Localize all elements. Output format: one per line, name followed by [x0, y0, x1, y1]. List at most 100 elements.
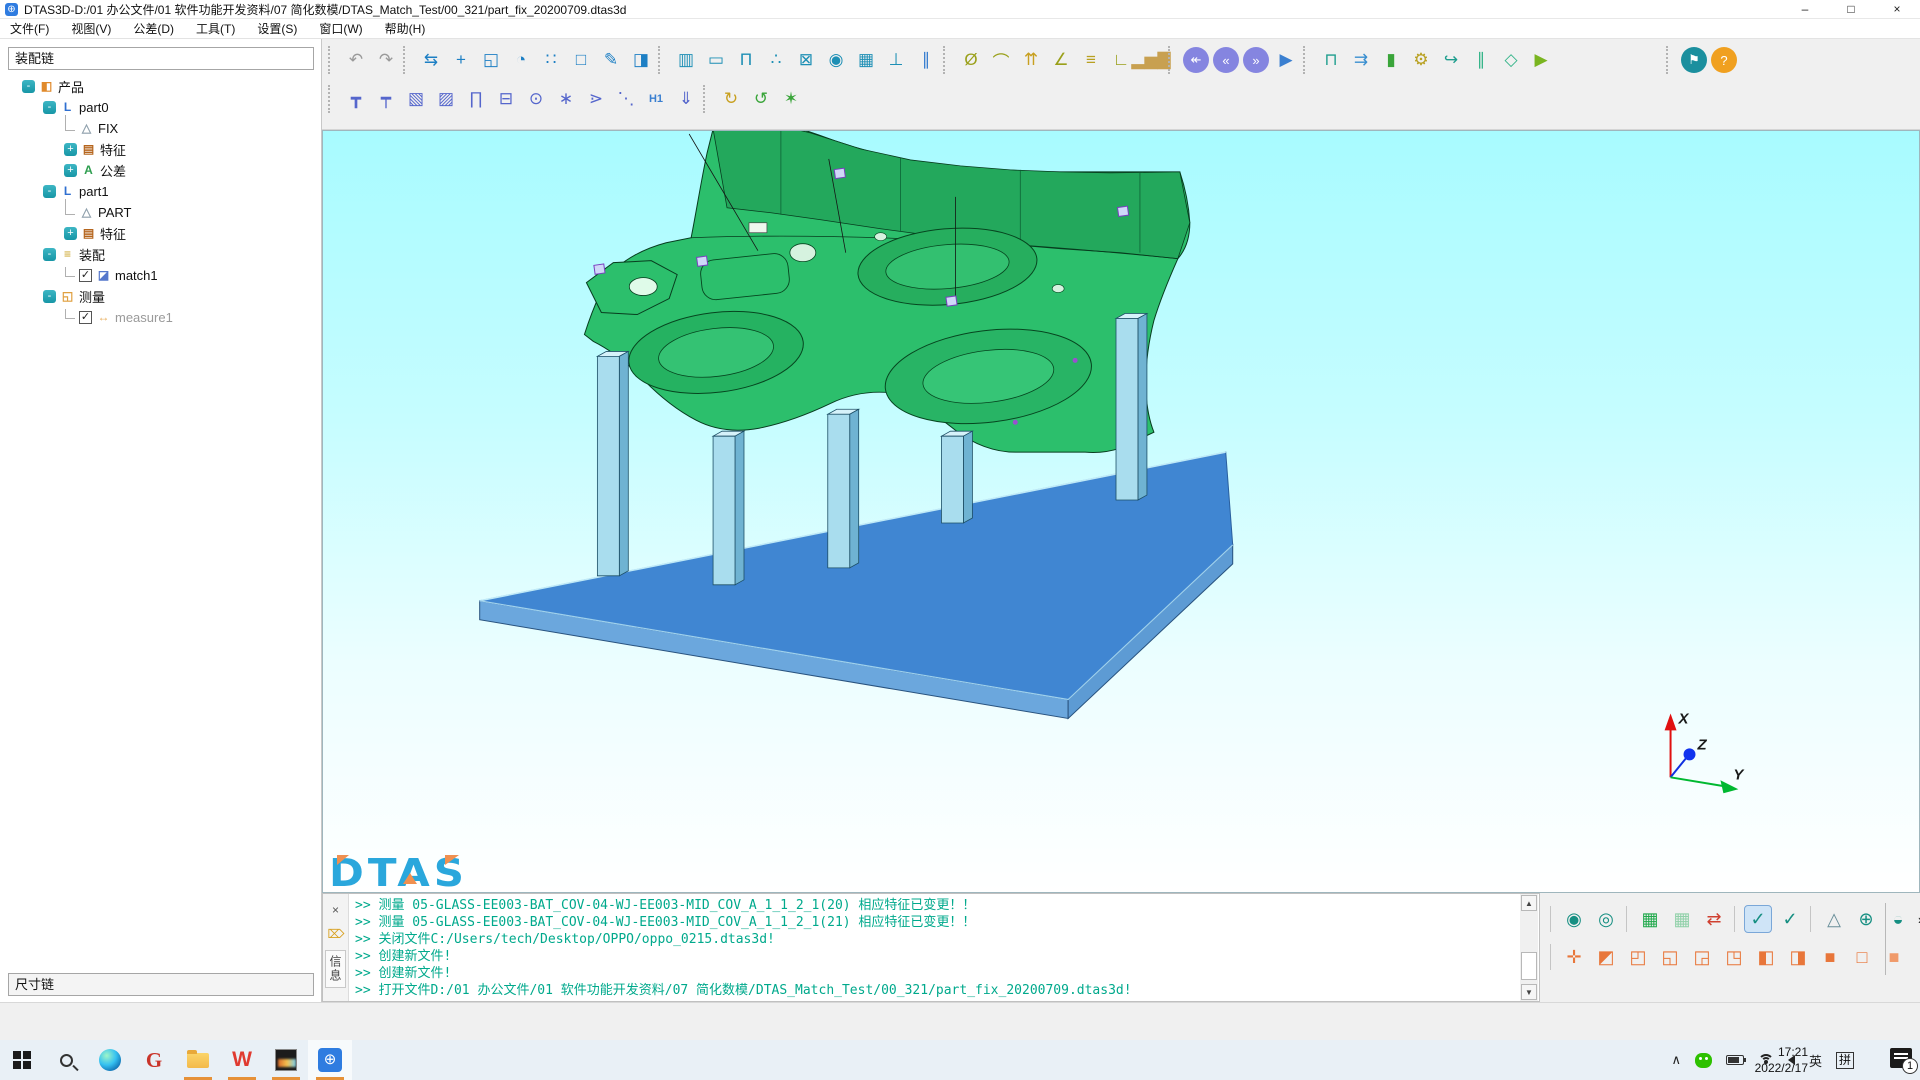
edit-doc-button[interactable]: ✎ [598, 47, 624, 73]
display-all-button[interactable]: ▦ [1636, 905, 1664, 933]
scroll-thumb[interactable] [1521, 952, 1537, 980]
simulation-monitor-button[interactable]: ▶ [1273, 47, 1299, 73]
taskbar-clock[interactable]: 17:21 2022/2/17 [1755, 1044, 1808, 1076]
dtas-icon[interactable]: ⊕ [308, 1040, 352, 1080]
diameter-tolerance-button[interactable]: Ø [958, 47, 984, 73]
start-button[interactable] [0, 1040, 44, 1080]
skip-start-button[interactable]: ↞ [1183, 47, 1209, 73]
tree-item-产品[interactable]: -◧产品 [8, 76, 314, 97]
scroll-down-icon[interactable]: ▼ [1521, 984, 1537, 1000]
block-button[interactable]: ▧ [403, 86, 429, 112]
import-model-button[interactable]: ⇆ [418, 47, 444, 73]
measure-machine-button[interactable]: ⊓ [1318, 47, 1344, 73]
section-view-button[interactable]: ⊠ [793, 47, 819, 73]
undo-button[interactable]: ↶ [343, 47, 369, 73]
fixture-table-button[interactable]: ∏ [463, 86, 489, 112]
solid-cube-view-button[interactable]: ■ [1816, 943, 1844, 971]
fixture-view-button[interactable]: Π [733, 47, 759, 73]
tree-item-measure1[interactable]: ✓↔measure1 [8, 307, 314, 328]
confirm-view-b-button[interactable]: ✓ [1776, 905, 1804, 933]
locator-pins-button[interactable]: ⊙ [523, 86, 549, 112]
redo-button[interactable]: ↷ [373, 47, 399, 73]
battery-icon[interactable] [1726, 1055, 1744, 1065]
menu-item-3[interactable]: 工具(T) [196, 20, 235, 37]
stack-tolerance-button[interactable]: ≡ [1078, 47, 1104, 73]
snowflake-hub-button[interactable]: ✶ [778, 86, 804, 112]
project-settings-button[interactable]: ⚙ [1408, 47, 1434, 73]
tree-item-公差[interactable]: +A公差 [8, 160, 314, 181]
datum-h1-button[interactable]: H1 [643, 86, 669, 112]
wps-icon[interactable]: W [220, 1040, 264, 1080]
display-outline-button[interactable]: ▦ [1668, 905, 1696, 933]
tree-item-match1[interactable]: ✓◪match1 [8, 265, 314, 286]
dof-hub-button[interactable]: ∗ [553, 86, 579, 112]
load-arrows-button[interactable]: ⇓ [673, 86, 699, 112]
front-face-view-button[interactable]: ◨ [1784, 943, 1812, 971]
subtract-block-button[interactable]: ⊟ [493, 86, 519, 112]
search-button[interactable] [44, 1040, 88, 1080]
edge-icon[interactable] [88, 1040, 132, 1080]
mesh-view-button[interactable]: ▦ [853, 47, 879, 73]
collapse-icon[interactable]: - [22, 80, 35, 93]
collapse-icon[interactable]: - [43, 101, 56, 114]
fit-view-button[interactable]: ✛ [1560, 943, 1588, 971]
expand-icon[interactable]: + [64, 227, 77, 240]
tray-chevron-icon[interactable]: ∧ [1671, 1052, 1681, 1068]
right-face-view-button[interactable]: ◧ [1752, 943, 1780, 971]
open-file-button[interactable]: ◱ [478, 47, 504, 73]
menu-item-6[interactable]: 帮助(H) [385, 20, 426, 37]
solid-surface-button[interactable]: ▭ [703, 47, 729, 73]
pin-measure-button[interactable]: ⊥ [883, 47, 909, 73]
half-section-button[interactable]: ◒ [1884, 905, 1912, 933]
expand-icon[interactable]: + [64, 143, 77, 156]
striped-surface-button[interactable]: ▥ [673, 47, 699, 73]
clear-log-icon[interactable]: ⌦ [328, 926, 344, 942]
export-file-button[interactable]: ↪ [1438, 47, 1464, 73]
scroll-up-icon[interactable]: ▲ [1521, 895, 1537, 911]
tree-checkbox[interactable]: ✓ [79, 269, 92, 282]
tree-item-特征[interactable]: +▤特征 [8, 223, 314, 244]
show-element-button[interactable]: ◉ [1560, 905, 1588, 933]
expand-icon[interactable]: + [64, 164, 77, 177]
ime-language-indicator[interactable]: 英 [1809, 1051, 1822, 1070]
run-simulation-button[interactable]: ▶ [1528, 47, 1554, 73]
top-face-view-button[interactable]: ◱ [1656, 943, 1684, 971]
tree-checkbox[interactable]: ✓ [79, 311, 92, 324]
tree-item-FIX[interactable]: △FIX [8, 118, 314, 139]
close-log-icon[interactable]: × [328, 902, 344, 918]
close-button[interactable]: × [1874, 0, 1920, 19]
feature-target-button[interactable]: ⊕ [1852, 905, 1880, 933]
menu-item-4[interactable]: 设置(S) [257, 20, 297, 37]
forward-button[interactable]: » [1243, 47, 1269, 73]
viewport-3d-scene[interactable]: X Z Y [323, 131, 1919, 892]
g-app-icon[interactable]: G [132, 1040, 176, 1080]
confirm-view-a-button[interactable]: ✓ [1744, 905, 1772, 933]
maximize-button[interactable]: □ [1828, 0, 1874, 19]
rotate-cylinder-ccw-button[interactable]: ↺ [748, 86, 774, 112]
bottom-face-view-button[interactable]: ◲ [1688, 943, 1716, 971]
tree-item-part1[interactable]: -Lpart1 [8, 181, 314, 202]
plane-pair-button[interactable]: ∥ [913, 47, 939, 73]
file-explorer-icon[interactable] [176, 1040, 220, 1080]
template-doc-button[interactable]: □ [568, 47, 594, 73]
menu-item-1[interactable]: 视图(V) [71, 20, 111, 37]
minimize-button[interactable]: – [1782, 0, 1828, 19]
wireframe-cube-view-button[interactable]: □ [1848, 943, 1876, 971]
wechat-icon[interactable] [1695, 1053, 1712, 1068]
collapse-icon[interactable]: - [43, 185, 56, 198]
rotate-cylinder-cw-button[interactable]: ↻ [718, 86, 744, 112]
tree-item-装配[interactable]: -≡装配 [8, 244, 314, 265]
tree-item-part0[interactable]: -Lpart0 [8, 97, 314, 118]
collapse-icon[interactable]: - [43, 248, 56, 261]
cylinder-tool-button[interactable]: ▮ [1378, 47, 1404, 73]
menu-item-0[interactable]: 文件(F) [10, 20, 49, 37]
vector-a-button[interactable]: ⋗ [583, 86, 609, 112]
region-select-button[interactable]: ◉ [823, 47, 849, 73]
rewind-button[interactable]: « [1213, 47, 1239, 73]
angle-tolerance-button[interactable]: ∠ [1048, 47, 1074, 73]
ime-mode-indicator[interactable]: 拼 [1836, 1052, 1854, 1069]
clamp-a-button[interactable]: ┳ [343, 86, 369, 112]
point-cloud-button[interactable]: ∴ [763, 47, 789, 73]
viewport-3d[interactable]: X Z Y DTAS [322, 130, 1920, 893]
log-scrollbar[interactable]: ▲ ▼ [1520, 894, 1538, 1001]
